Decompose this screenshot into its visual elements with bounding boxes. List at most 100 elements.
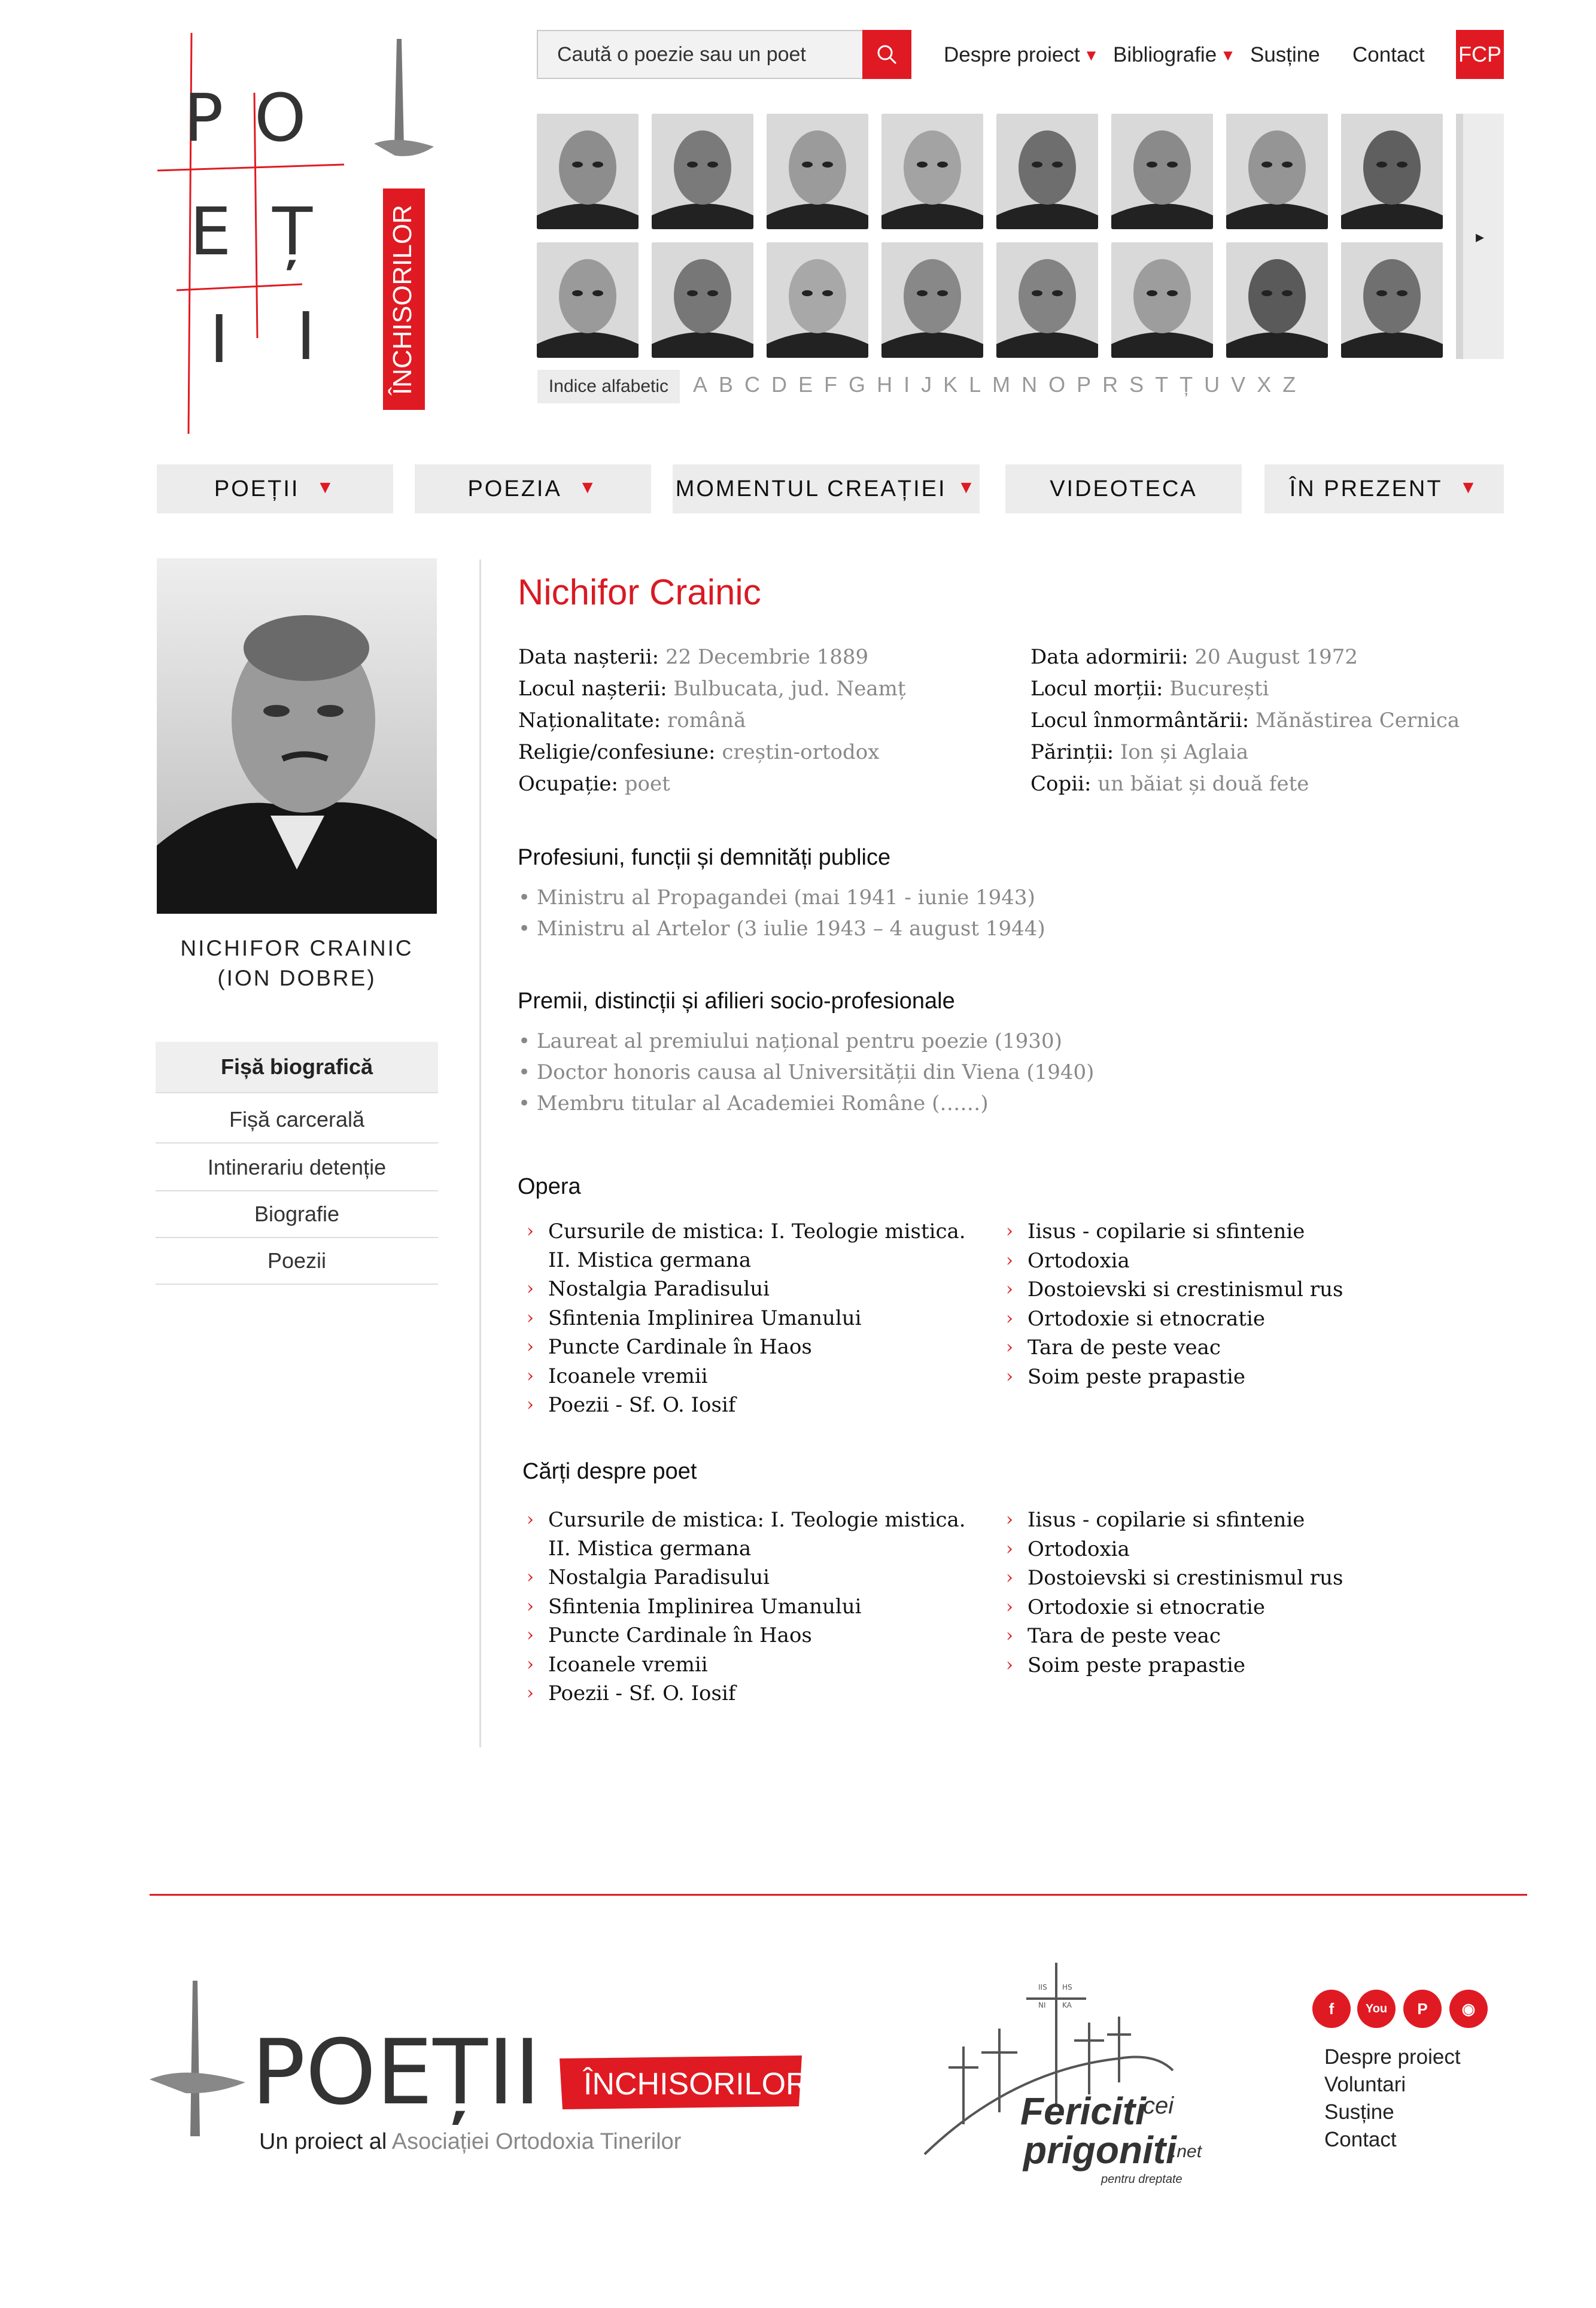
poet-thumbnail[interactable]	[996, 242, 1098, 358]
work-link[interactable]: › Sfintenia Implinirea Umanului	[527, 1304, 967, 1333]
alphabet-letter[interactable]: D	[771, 372, 788, 397]
alphabet-letter[interactable]: J	[921, 372, 933, 397]
paypal-icon[interactable]: P	[1403, 1990, 1442, 2028]
carousel-next-button[interactable]: ▸	[1456, 114, 1504, 359]
alphabet-letter[interactable]: C	[744, 372, 761, 397]
poet-thumbnail[interactable]	[1341, 242, 1443, 358]
alphabet-letter[interactable]: T	[1155, 372, 1169, 397]
footer-link-voluntari[interactable]: Voluntari	[1324, 2073, 1406, 2097]
poet-thumbnail[interactable]	[996, 114, 1098, 229]
alphabet-letter[interactable]: F	[824, 372, 838, 397]
footer-link-contact[interactable]: Contact	[1324, 2128, 1397, 2152]
work-link[interactable]: › Soim peste prapastie	[1006, 1651, 1363, 1680]
alphabet-letter[interactable]: K	[943, 372, 959, 397]
work-link[interactable]: › Ortodoxie si etnocratie	[1006, 1593, 1363, 1622]
fcp-button[interactable]: FCP	[1456, 30, 1504, 79]
bio-field: Data nașterii: 22 Decembrie 1889	[518, 641, 868, 673]
work-link[interactable]: › Puncte Cardinale în Haos	[527, 1621, 967, 1650]
tagline-org-link[interactable]: Asociației Ortodoxia Tinerilor	[392, 2129, 682, 2154]
nav-contact[interactable]: Contact	[1352, 43, 1425, 67]
poet-thumbnail[interactable]	[881, 114, 983, 229]
tab-in-prezent[interactable]: ÎN PREZENT ▼	[1264, 464, 1504, 513]
alphabet-letter[interactable]: S	[1129, 372, 1145, 397]
fericiti-cei-prigoniti-logo[interactable]: IIS HS NI KA Fericiti cei prigoniti .net…	[922, 1957, 1221, 2190]
footer-link-despre-proiect[interactable]: Despre proiect	[1324, 2045, 1461, 2069]
work-link[interactable]: › Tara de peste veac	[1006, 1622, 1363, 1650]
work-link[interactable]: › Poezii - Sf. O. Iosif	[527, 1679, 967, 1708]
poet-thumbnail[interactable]	[881, 242, 983, 358]
work-link[interactable]: › Nostalgia Paradisului	[527, 1275, 967, 1303]
logo-letter-t: Ț	[272, 193, 313, 270]
alphabet-letter[interactable]: O	[1048, 372, 1066, 397]
search-input[interactable]	[538, 31, 862, 78]
alphabet-letter[interactable]: E	[798, 372, 814, 397]
work-link[interactable]: › Cursurile de mistica: I. Teologie misti…	[527, 1506, 967, 1563]
poet-thumbnail[interactable]	[537, 242, 639, 358]
work-link[interactable]: › Iisus - copilarie si sfintenie	[1006, 1506, 1363, 1534]
rss-icon[interactable]: ◉	[1449, 1990, 1488, 2028]
poet-thumbnail[interactable]	[1341, 114, 1443, 229]
work-link[interactable]: › Iisus - copilarie si sfintenie	[1006, 1217, 1363, 1246]
nav-sustine[interactable]: Susține	[1250, 43, 1320, 67]
facebook-icon[interactable]: f	[1312, 1990, 1351, 2028]
sidebar-item-fisa-carcerala[interactable]: Fișă carcerală	[156, 1097, 438, 1144]
youtube-icon[interactable]: You	[1357, 1990, 1396, 2028]
alphabet-letter[interactable]: R	[1102, 372, 1119, 397]
sidebar-item-fisa-biografica[interactable]: Fișă biografică	[156, 1042, 438, 1093]
work-link[interactable]: › Poezii - Sf. O. Iosif	[527, 1391, 967, 1419]
poet-thumbnail[interactable]	[1226, 242, 1328, 358]
work-link[interactable]: › Sfintenia Implinirea Umanului	[527, 1592, 967, 1621]
alphabet-letter[interactable]: V	[1231, 372, 1247, 397]
nav-despre-proiect[interactable]: Despre proiect ▼	[944, 43, 1099, 67]
footer-link-sustine[interactable]: Susține	[1324, 2100, 1394, 2124]
poet-thumbnail[interactable]	[652, 114, 753, 229]
poet-thumbnail[interactable]	[1111, 114, 1213, 229]
alphabet-letter[interactable]: B	[719, 372, 734, 397]
work-link[interactable]: › Dostoievski si crestinismul rus	[1006, 1275, 1363, 1304]
poet-thumbnail[interactable]	[537, 114, 639, 229]
alphabet-letter[interactable]: Ț	[1179, 372, 1194, 397]
alphabet-letter[interactable]: Z	[1282, 372, 1297, 397]
poet-thumbnail[interactable]	[1226, 114, 1328, 229]
site-logo[interactable]: P O E Ț I I ÎNCHISORILOR	[153, 27, 464, 446]
sidebar-item-poezii[interactable]: Poezii	[156, 1238, 438, 1285]
alphabet-index-label[interactable]: Indice alfabetic	[537, 370, 680, 403]
alphabet-letter[interactable]: U	[1204, 372, 1221, 397]
work-link[interactable]: › Puncte Cardinale în Haos	[527, 1333, 967, 1361]
carousel-scrollbar[interactable]	[1456, 114, 1463, 359]
work-link[interactable]: › Ortodoxie si etnocratie	[1006, 1304, 1363, 1333]
work-link[interactable]: › Ortodoxia	[1006, 1246, 1363, 1275]
alphabet-letter[interactable]: G	[849, 372, 867, 397]
poet-thumbnail[interactable]	[1111, 242, 1213, 358]
alphabet-letter[interactable]: A	[693, 372, 709, 397]
work-link[interactable]: › Dostoievski si crestinismul rus	[1006, 1564, 1363, 1592]
work-link[interactable]: › Soim peste prapastie	[1006, 1363, 1363, 1391]
poet-thumbnail[interactable]	[767, 114, 868, 229]
tab-momentul-creatiei[interactable]: MOMENTUL CREAȚIEI ▼	[673, 464, 980, 513]
alphabet-letter[interactable]: I	[904, 372, 911, 397]
alphabet-letter[interactable]: X	[1257, 372, 1272, 397]
alphabet-letter[interactable]: H	[877, 372, 893, 397]
work-link[interactable]: › Tara de peste veac	[1006, 1333, 1363, 1362]
tab-poezia[interactable]: POEZIA ▼	[415, 464, 651, 513]
chevron-right-icon: ›	[527, 1567, 534, 1588]
search-button[interactable]	[862, 30, 911, 79]
work-title: Soim peste prapastie	[1027, 1653, 1246, 1677]
work-link[interactable]: › Ortodoxia	[1006, 1535, 1363, 1564]
sidebar-item-biografie[interactable]: Biografie	[156, 1191, 438, 1238]
chevron-right-icon: ›	[527, 1595, 534, 1617]
alphabet-letter[interactable]: P	[1077, 372, 1092, 397]
tab-videoteca[interactable]: VIDEOTECA	[1005, 464, 1242, 513]
nav-bibliografie[interactable]: Bibliografie ▼	[1113, 43, 1236, 67]
work-link[interactable]: › Cursurile de mistica: I. Teologie misti…	[527, 1217, 967, 1275]
alphabet-letter[interactable]: N	[1022, 372, 1038, 397]
poet-thumbnail[interactable]	[652, 242, 753, 358]
alphabet-letter[interactable]: L	[969, 372, 982, 397]
poet-thumbnail[interactable]	[767, 242, 868, 358]
sidebar-item-itinerariu[interactable]: Intinerariu detenție	[156, 1145, 438, 1191]
alphabet-letter[interactable]: M	[992, 372, 1011, 397]
work-link[interactable]: › Icoanele vremii	[527, 1362, 967, 1391]
work-link[interactable]: › Icoanele vremii	[527, 1650, 967, 1679]
work-link[interactable]: › Nostalgia Paradisului	[527, 1563, 967, 1592]
tab-poetii[interactable]: POEȚII ▼	[157, 464, 393, 513]
